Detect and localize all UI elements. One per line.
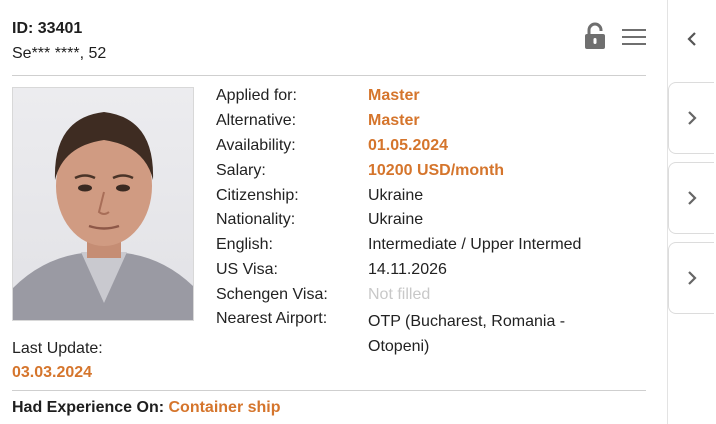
detail-label: US Visa: bbox=[216, 260, 278, 278]
detail-label: Schengen Visa: bbox=[216, 285, 328, 303]
detail-label: Nationality: bbox=[216, 211, 296, 229]
header-divider bbox=[12, 75, 646, 76]
last-update-label: Last Update: bbox=[12, 340, 103, 357]
footer-divider bbox=[12, 390, 646, 391]
expand-button-1[interactable] bbox=[668, 82, 714, 154]
detail-row-schengen-visa: Schengen Visa: Not filled bbox=[216, 282, 656, 307]
detail-value: Master bbox=[368, 87, 420, 105]
detail-label: Applied for: bbox=[216, 87, 297, 105]
expand-button-2[interactable] bbox=[668, 162, 714, 234]
candidate-card: ID: 33401 Se*** ****, 52 Last Update: 03… bbox=[0, 0, 668, 424]
detail-value: 01.05.2024 bbox=[368, 136, 449, 154]
detail-value: OTP (Bucharest, Romania - Otopeni) bbox=[368, 313, 566, 355]
detail-value: Intermediate / Upper Intermed bbox=[368, 236, 582, 254]
detail-value: Ukraine bbox=[368, 211, 424, 229]
chevron-right-icon bbox=[687, 191, 697, 205]
candidate-id: ID: 33401 bbox=[12, 20, 83, 37]
last-update-date: 03.03.2024 bbox=[12, 364, 93, 381]
experience-line: Had Experience On: Container ship bbox=[12, 399, 281, 417]
detail-row-nationality: Nationality: Ukraine bbox=[216, 208, 656, 233]
detail-row-us-visa: US Visa: 14.11.2026 bbox=[216, 258, 656, 283]
detail-value: Not filled bbox=[368, 285, 431, 303]
detail-row-availability: Availability: 01.05.2024 bbox=[216, 134, 656, 159]
expand-button-3[interactable] bbox=[668, 242, 714, 314]
detail-label: Alternative: bbox=[216, 112, 297, 130]
detail-row-english: English: Intermediate / Upper Intermed bbox=[216, 233, 656, 258]
candidate-name-age: Se*** ****, 52 bbox=[12, 45, 107, 62]
detail-row-nearest-airport: Nearest Airport: OTP (Bucharest, Romania… bbox=[216, 307, 656, 357]
experience-label: Had Experience On: bbox=[12, 399, 165, 416]
collapse-button[interactable] bbox=[668, 14, 716, 64]
detail-label: English: bbox=[216, 236, 273, 254]
detail-value: 14.11.2026 bbox=[368, 260, 447, 278]
detail-row-citizenship: Citizenship: Ukraine bbox=[216, 183, 656, 208]
hamburger-menu-icon[interactable] bbox=[622, 28, 646, 46]
experience-value[interactable]: Container ship bbox=[169, 399, 281, 416]
chevron-left-icon bbox=[687, 32, 696, 46]
detail-value: Master bbox=[368, 112, 420, 130]
detail-row-alternative: Alternative: Master bbox=[216, 109, 656, 134]
lock-open-icon[interactable] bbox=[584, 22, 606, 50]
detail-label: Nearest Airport: bbox=[216, 310, 328, 328]
detail-label: Citizenship: bbox=[216, 186, 299, 204]
detail-label: Salary: bbox=[216, 161, 266, 179]
side-navigation bbox=[668, 0, 716, 424]
detail-value: 10200 USD/month bbox=[368, 161, 505, 179]
chevron-right-icon bbox=[687, 111, 697, 125]
candidate-photo[interactable] bbox=[12, 87, 194, 321]
candidate-details: Applied for: Master Alternative: Master … bbox=[216, 84, 656, 357]
detail-row-salary: Salary: 10200 USD/month bbox=[216, 158, 656, 183]
chevron-right-icon bbox=[687, 271, 697, 285]
detail-value: Ukraine bbox=[368, 186, 424, 204]
detail-label: Availability: bbox=[216, 136, 296, 154]
detail-row-applied-for: Applied for: Master bbox=[216, 84, 656, 109]
